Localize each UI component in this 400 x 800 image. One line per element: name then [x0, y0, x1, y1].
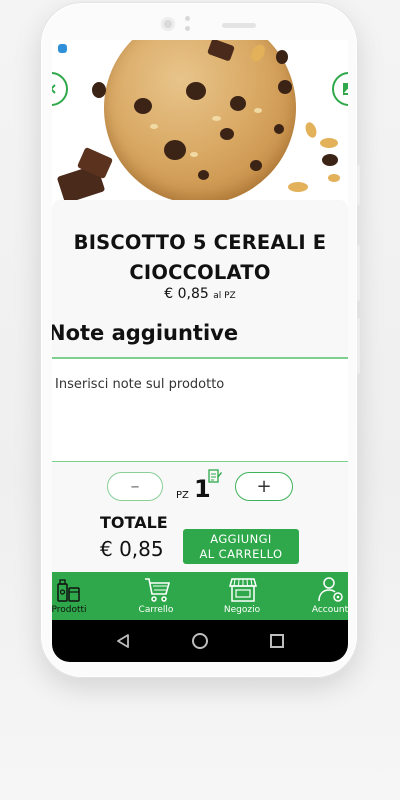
quantity-unit: PZ: [176, 490, 189, 501]
account-icon: [318, 577, 343, 602]
recent-apps-icon[interactable]: [270, 634, 284, 648]
grain: [328, 174, 340, 182]
add-to-cart-label-line2: AL CARRELLO: [199, 546, 283, 561]
app-screen: BISCOTTO 5 CEREALI E CIOCCOLATO € 0,85 a…: [52, 40, 348, 662]
price-unit: al PZ: [213, 291, 236, 301]
chocolate-chip: [276, 50, 288, 64]
total-label: TOTALE: [100, 513, 168, 532]
price-value: € 0,85: [164, 286, 209, 302]
product-card: BISCOTTO 5 CEREALI E CIOCCOLATO € 0,85 a…: [52, 200, 348, 572]
tab-label: Prodotti: [52, 605, 87, 615]
system-navigation-bar: [52, 620, 348, 662]
camera: [161, 17, 175, 31]
close-button[interactable]: [52, 72, 68, 106]
product-price: € 0,85 al PZ: [52, 286, 348, 302]
power-button: [357, 318, 360, 374]
tab-label: Carrello: [138, 605, 174, 615]
tab-cart[interactable]: Carrello: [126, 572, 186, 620]
add-to-cart-button[interactable]: AGGIUNGI AL CARRELLO: [183, 529, 299, 564]
app-icon: [58, 44, 67, 53]
total-value: € 0,85: [100, 537, 164, 561]
chocolate-chip: [322, 154, 338, 166]
speaker: [222, 23, 256, 28]
store-icon: [229, 578, 257, 602]
tab-account[interactable]: Account: [300, 572, 348, 620]
sensor: [185, 16, 190, 21]
divider: [52, 461, 348, 462]
tab-label: Account: [311, 605, 348, 615]
product-title: BISCOTTO 5 CEREALI E CIOCCOLATO: [73, 231, 327, 284]
tab-label: Negozio: [223, 605, 261, 615]
grain: [288, 182, 308, 192]
notes-title: Note aggiuntive: [52, 321, 239, 345]
home-icon[interactable]: [192, 633, 208, 649]
sensor: [185, 26, 190, 31]
image-icon: [343, 83, 348, 95]
volume-button: [357, 245, 360, 301]
products-icon: [57, 579, 80, 602]
edit-note-icon[interactable]: [208, 468, 222, 484]
tab-store[interactable]: Negozio: [212, 572, 272, 620]
product-image: [52, 40, 348, 200]
back-icon[interactable]: [115, 633, 131, 649]
decrease-quantity-button[interactable]: –: [107, 472, 163, 501]
gallery-button[interactable]: [332, 72, 348, 106]
cart-icon: [145, 578, 171, 602]
close-icon: [52, 84, 56, 94]
volume-button: [357, 165, 360, 205]
add-to-cart-label-line1: AGGIUNGI: [210, 531, 272, 546]
tab-products[interactable]: Prodotti: [52, 572, 99, 620]
cookie-image: [104, 40, 296, 200]
chocolate-chip: [92, 82, 106, 98]
notes-placeholder: Inserisci note sul prodotto: [55, 377, 225, 392]
notes-textarea[interactable]: Inserisci note sul prodotto: [52, 359, 348, 461]
grain: [320, 138, 338, 148]
bottom-tab-bar: Prodotti Carrello Negozio Account: [52, 572, 348, 620]
chocolate-chip: [278, 80, 292, 94]
increase-quantity-button[interactable]: +: [235, 472, 293, 501]
grain: [303, 120, 319, 140]
